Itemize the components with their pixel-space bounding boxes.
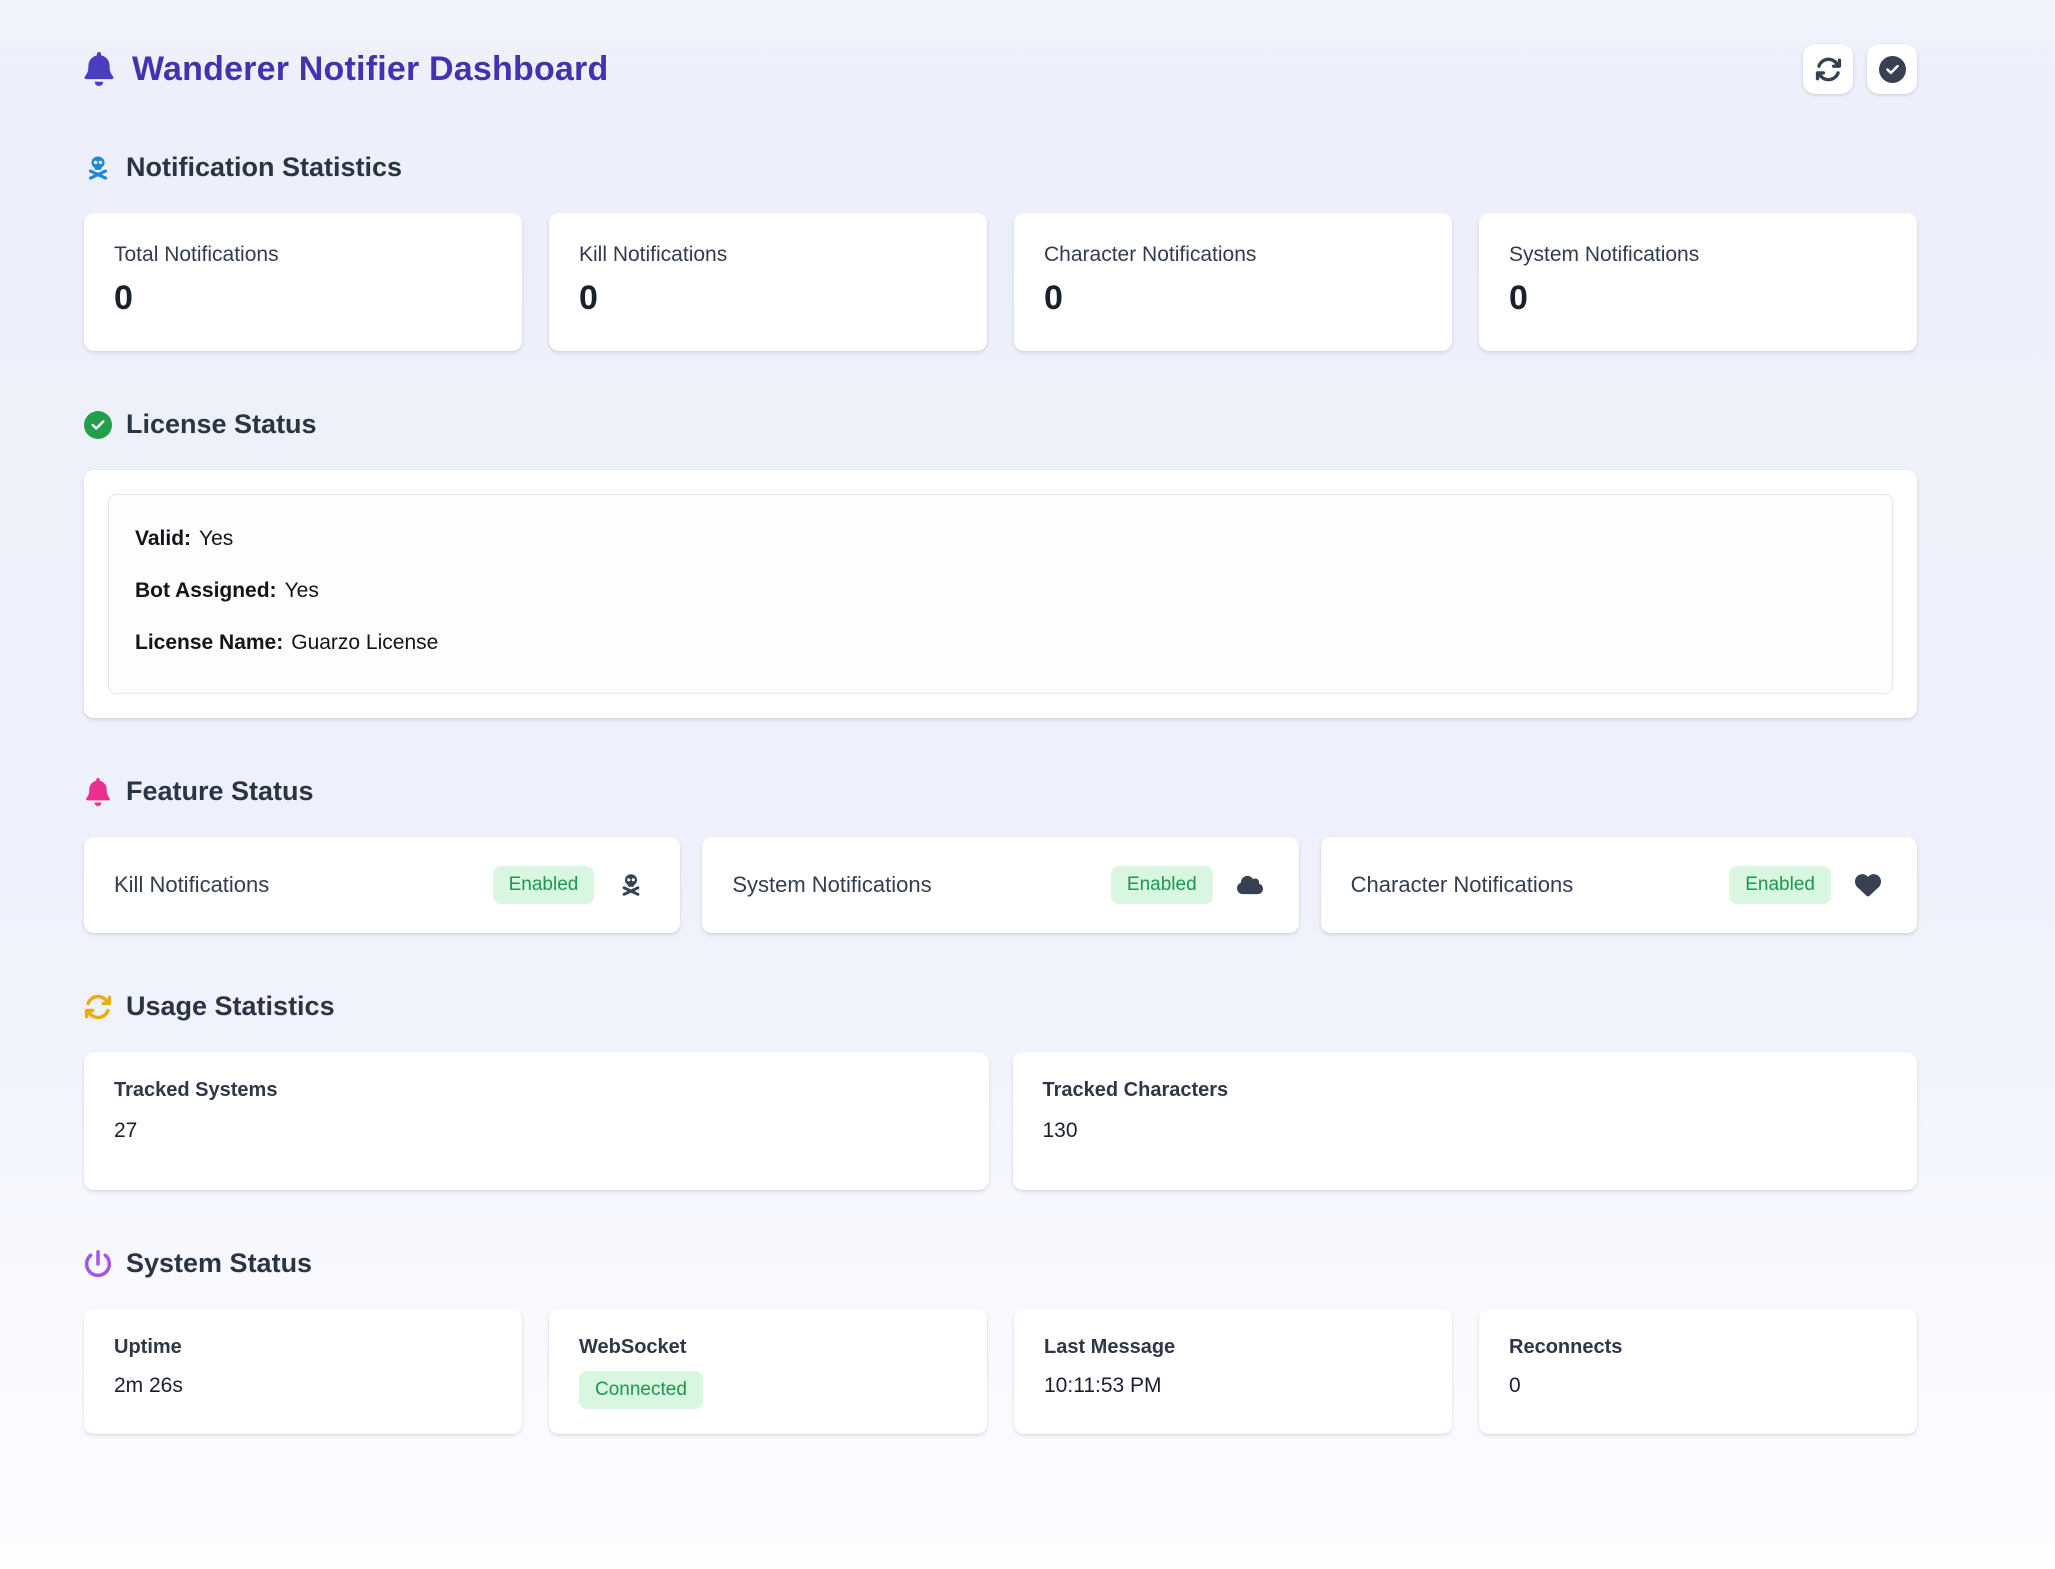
license-row-valid: Valid: Yes xyxy=(135,527,1866,551)
status-badge: Enabled xyxy=(493,866,595,904)
license-row-value: Guarzo License xyxy=(291,631,438,654)
usage-label: Tracked Systems xyxy=(114,1079,959,1102)
license-row-license-name: License Name: Guarzo License xyxy=(135,631,1866,655)
usage-value: 27 xyxy=(114,1119,959,1143)
stat-value: 0 xyxy=(1509,279,1887,318)
feature-card-character-notifications: Character Notifications Enabled xyxy=(1321,837,1917,933)
page-title: Wanderer Notifier Dashboard xyxy=(132,50,608,89)
license-row-value: Yes xyxy=(285,579,319,602)
system-label: WebSocket xyxy=(579,1336,957,1359)
section-header: Feature Status xyxy=(84,776,1917,807)
header: Wanderer Notifier Dashboard xyxy=(84,44,1917,94)
features-grid: Kill Notifications Enabled System Notifi… xyxy=(84,837,1917,933)
system-value: 2m 26s xyxy=(114,1374,492,1398)
system-value: 0 xyxy=(1509,1374,1887,1398)
feature-label: Kill Notifications xyxy=(114,872,493,898)
system-label: Uptime xyxy=(114,1336,492,1359)
bell-icon xyxy=(84,52,114,86)
feature-label: Character Notifications xyxy=(1351,872,1730,898)
system-grid: Uptime 2m 26s WebSocket Connected Last M… xyxy=(84,1309,1917,1434)
status-badge: Enabled xyxy=(1111,866,1213,904)
stat-label: Total Notifications xyxy=(114,243,492,267)
usage-card-tracked-systems: Tracked Systems 27 xyxy=(84,1052,989,1190)
stat-card-system-notifications: System Notifications 0 xyxy=(1479,213,1917,351)
dashboard-page: Wanderer Notifier Dashboard Notification… xyxy=(0,0,2055,1494)
license-row-value: Yes xyxy=(199,527,233,550)
section-title: Notification Statistics xyxy=(126,152,402,183)
system-card-last-message: Last Message 10:11:53 PM xyxy=(1014,1309,1452,1434)
bell-icon xyxy=(84,778,112,806)
stat-card-total-notifications: Total Notifications 0 xyxy=(84,213,522,351)
refresh-icon xyxy=(84,993,112,1021)
section-title: Usage Statistics xyxy=(126,991,335,1022)
license-details-box: Valid: Yes Bot Assigned: Yes License Name:… xyxy=(108,494,1893,694)
feature-card-system-notifications: System Notifications Enabled xyxy=(702,837,1298,933)
section-header: System Status xyxy=(84,1248,1917,1279)
section-feature-status: Feature Status Kill Notifications Enable… xyxy=(84,776,1917,933)
section-header: Notification Statistics xyxy=(84,152,1917,183)
usage-card-tracked-characters: Tracked Characters 130 xyxy=(1013,1052,1918,1190)
section-title: System Status xyxy=(126,1248,312,1279)
cloud-icon xyxy=(1237,872,1263,898)
feature-label: System Notifications xyxy=(732,872,1111,898)
system-card-websocket: WebSocket Connected xyxy=(549,1309,987,1434)
skull-crossbones-icon xyxy=(84,154,112,182)
section-usage-statistics: Usage Statistics Tracked Systems 27 Trac… xyxy=(84,991,1917,1190)
status-badge: Connected xyxy=(579,1371,703,1409)
section-title: Feature Status xyxy=(126,776,314,807)
section-notification-statistics: Notification Statistics Total Notificati… xyxy=(84,152,1917,351)
usage-label: Tracked Characters xyxy=(1043,1079,1888,1102)
stat-value: 0 xyxy=(1044,279,1422,318)
status-check-button[interactable] xyxy=(1867,44,1917,94)
usage-grid: Tracked Systems 27 Tracked Characters 13… xyxy=(84,1052,1917,1190)
refresh-icon xyxy=(1815,56,1842,83)
section-system-status: System Status Uptime 2m 26s WebSocket Co… xyxy=(84,1248,1917,1434)
stat-card-character-notifications: Character Notifications 0 xyxy=(1014,213,1452,351)
stat-card-kill-notifications: Kill Notifications 0 xyxy=(549,213,987,351)
license-row-label: License Name: xyxy=(135,631,283,654)
stat-value: 0 xyxy=(114,279,492,318)
section-header: Usage Statistics xyxy=(84,991,1917,1022)
stat-label: System Notifications xyxy=(1509,243,1887,267)
license-card: Valid: Yes Bot Assigned: Yes License Name:… xyxy=(84,470,1917,718)
system-card-reconnects: Reconnects 0 xyxy=(1479,1309,1917,1434)
stat-label: Kill Notifications xyxy=(579,243,957,267)
usage-value: 130 xyxy=(1043,1119,1888,1143)
section-title: License Status xyxy=(126,409,317,440)
section-header: License Status xyxy=(84,409,1917,440)
skull-crossbones-icon xyxy=(618,872,644,898)
stat-value: 0 xyxy=(579,279,957,318)
heart-icon xyxy=(1855,872,1881,898)
power-icon xyxy=(84,1250,112,1278)
stats-grid: Total Notifications 0 Kill Notifications… xyxy=(84,213,1917,351)
check-circle-icon xyxy=(84,411,112,439)
header-actions xyxy=(1803,44,1917,94)
system-value: 10:11:53 PM xyxy=(1044,1374,1422,1398)
badge-row: Connected xyxy=(579,1371,957,1409)
license-row-label: Bot Assigned: xyxy=(135,579,277,602)
system-label: Reconnects xyxy=(1509,1336,1887,1359)
feature-card-kill-notifications: Kill Notifications Enabled xyxy=(84,837,680,933)
section-license-status: License Status Valid: Yes Bot Assigned: Ye… xyxy=(84,409,1917,718)
system-label: Last Message xyxy=(1044,1336,1422,1359)
check-circle-icon xyxy=(1879,56,1906,83)
license-row-label: Valid: xyxy=(135,527,191,550)
status-badge: Enabled xyxy=(1729,866,1831,904)
title-wrap: Wanderer Notifier Dashboard xyxy=(84,50,608,89)
stat-label: Character Notifications xyxy=(1044,243,1422,267)
refresh-button[interactable] xyxy=(1803,44,1853,94)
license-row-bot-assigned: Bot Assigned: Yes xyxy=(135,579,1866,603)
system-card-uptime: Uptime 2m 26s xyxy=(84,1309,522,1434)
